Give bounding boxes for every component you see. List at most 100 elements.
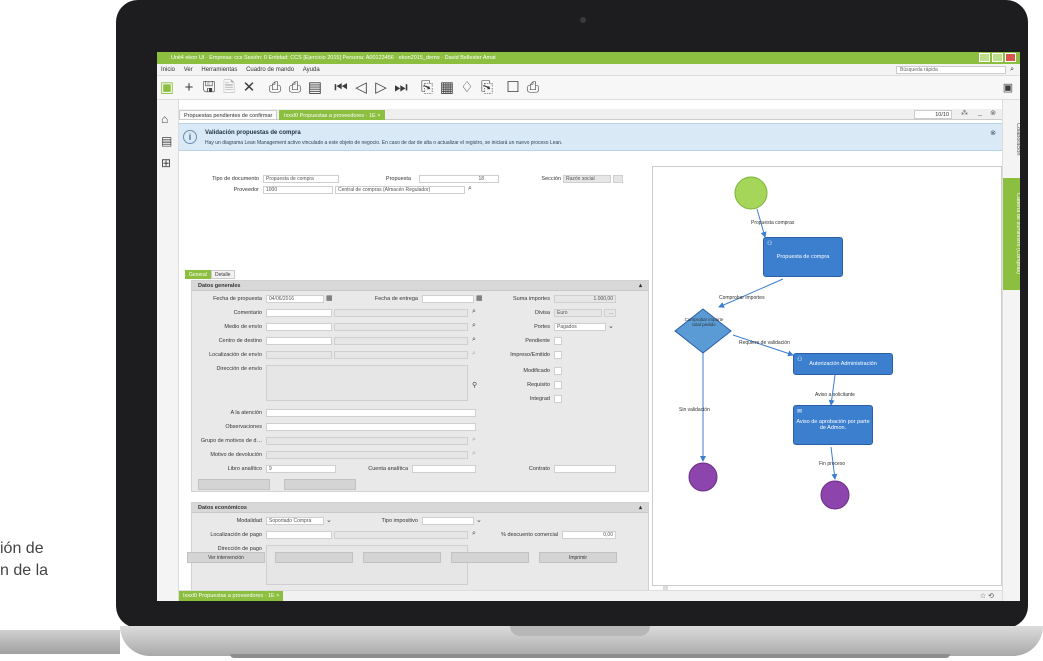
collapse-icon[interactable]: ▴ (639, 281, 642, 291)
calendar-icon[interactable]: ▦ (476, 294, 483, 302)
documents-icon[interactable]: ▤ (161, 134, 172, 148)
record-pager[interactable]: 10/10 (914, 110, 952, 119)
save-copy-icon[interactable]: 🗎 (221, 79, 237, 97)
panel-toggle-icon[interactable]: ▣ (159, 79, 175, 97)
subtab-general[interactable]: General (185, 270, 211, 279)
next-record-icon[interactable]: ▷ (373, 79, 389, 97)
localizacion-pago-search-icon[interactable]: ⌕ (472, 530, 476, 538)
proveedor-search-icon[interactable]: ⌕ (468, 185, 472, 193)
quick-search-input[interactable]: Búsqueda rápida (896, 66, 1006, 74)
maximize-button[interactable] (992, 53, 1003, 62)
propuesta-field[interactable]: 18 (419, 175, 499, 183)
pendiente-checkbox[interactable] (554, 337, 562, 345)
tab-cadena-suministro[interactable]: Cadena de suministro (Compras) (1003, 178, 1020, 290)
proveedor-name-field[interactable]: Central de compras (Almacén Regulador) (335, 186, 465, 194)
comentario-search-icon[interactable]: ⌕ (472, 308, 476, 316)
subtab-detalle[interactable]: Detalle (211, 270, 235, 279)
status-tab[interactable]: Ixxxl0 Propuestas a proveedores · 1E × (179, 591, 284, 601)
bottom-button-3[interactable] (363, 552, 441, 563)
first-record-icon[interactable]: ⏮ (333, 79, 349, 97)
minimize-button[interactable] (979, 53, 990, 62)
form-icon[interactable]: ☐ (505, 79, 521, 97)
grupo-motivos-field[interactable] (266, 437, 468, 445)
cuenta-analitica-field[interactable] (412, 465, 476, 473)
calendar-icon[interactable]: ▦ (326, 294, 333, 302)
print-report-icon[interactable]: ⎙ (525, 79, 541, 97)
integrad-checkbox[interactable] (554, 395, 562, 403)
divisa-field[interactable]: Euro (554, 309, 602, 317)
close-button[interactable] (1005, 53, 1016, 62)
node-propuesta-compra[interactable]: ⚇ Propuesta de compra (763, 237, 843, 277)
atencion-field[interactable] (266, 409, 476, 417)
tab-propuestas-pendientes[interactable]: Propuestas pendientes de confirmar (179, 110, 278, 120)
imprimir-button[interactable]: Imprimir (539, 552, 617, 563)
print-icon[interactable]: ⎙ (267, 79, 283, 97)
datos-economicos-header[interactable]: Datos económicos ▴ (192, 503, 648, 513)
divisa-more-button[interactable]: … (604, 309, 616, 317)
centro-destino-search-icon[interactable]: ⌕ (472, 336, 476, 344)
menu-ayuda[interactable]: Ayuda (303, 67, 320, 73)
settings-icon[interactable]: ⁂ (961, 109, 968, 117)
menu-cuadro-mando[interactable]: Cuadro de mando (246, 67, 294, 73)
bottom-button-2[interactable] (275, 552, 353, 563)
descuento-field[interactable]: 0,00 (562, 531, 616, 539)
print-preview-icon[interactable]: ⎙ (287, 79, 303, 97)
seccion-dropdown-button[interactable] (613, 175, 623, 183)
last-record-icon[interactable]: ⏭ (393, 79, 409, 97)
centro-destino-code-field[interactable] (266, 337, 332, 345)
node-autorizacion-administracion[interactable]: ⚇ Autorización Administración (793, 353, 893, 375)
impreso-checkbox[interactable] (554, 351, 562, 359)
hierarchy-icon[interactable]: ⊞ (161, 156, 171, 170)
bottom-button-4[interactable] (451, 552, 529, 563)
node-aviso-aprobacion[interactable]: ✉ Aviso de aprobación por parte de Admon… (793, 405, 873, 445)
collapse-icon[interactable]: ▴ (639, 503, 642, 513)
menu-inicio[interactable]: Inicio (161, 67, 175, 73)
decision-diamond[interactable] (674, 308, 732, 354)
minimize-panel-icon[interactable]: _ (978, 109, 982, 116)
modalidad-field[interactable]: Soportado Compra (266, 517, 324, 525)
datos-generales-header[interactable]: Datos generales ▴ (192, 281, 648, 291)
home-icon[interactable]: ⌂ (161, 112, 168, 126)
disabled-button-1[interactable] (198, 479, 270, 490)
localizacion-envio-search-icon[interactable]: ⌕ (472, 350, 476, 358)
fecha-propuesta-field[interactable]: 04/06/2016 (266, 295, 324, 303)
portes-field[interactable]: Pagados (554, 323, 606, 331)
direccion-pago-field[interactable] (266, 545, 468, 585)
contrato-field[interactable] (554, 465, 616, 473)
tab-propuestas-proveedores[interactable]: Ixxxl0 Propuestas a proveedores · 1E × (279, 110, 386, 120)
grupo-motivos-search-icon[interactable]: ⌕ (472, 436, 476, 444)
add-icon[interactable]: + (181, 79, 197, 97)
favorite-icon[interactable]: ☆ ⟲ (980, 592, 994, 600)
sidebar-panel-icon[interactable]: ▣ (1000, 79, 1016, 97)
end-event-circle-left[interactable] (688, 462, 718, 492)
attach-icon[interactable]: ⎘ (479, 79, 495, 97)
libro-analitico-field[interactable]: 9 (266, 465, 336, 473)
medio-envio-code-field[interactable] (266, 323, 332, 331)
banner-close-icon[interactable]: ⊗ (990, 129, 996, 137)
portes-dropdown-icon[interactable]: ⌄ (608, 322, 614, 330)
location-pin-icon[interactable]: ⚲ (472, 381, 477, 389)
document-icon[interactable]: ▦ (439, 79, 455, 97)
motivo-devolucion-search-icon[interactable]: ⌕ (472, 450, 476, 458)
localizacion-pago-code-field[interactable] (266, 531, 332, 539)
menu-ver[interactable]: Ver (184, 67, 193, 73)
export-icon[interactable]: ⎘ (419, 79, 435, 97)
prev-record-icon[interactable]: ◁ (353, 79, 369, 97)
modificado-checkbox[interactable] (554, 367, 562, 375)
requisito-checkbox[interactable] (554, 381, 562, 389)
start-event-circle[interactable] (734, 176, 768, 210)
close-panel-icon[interactable]: ⊗ (990, 109, 996, 117)
filter-icon[interactable]: ♢ (459, 79, 475, 97)
tipo-impositivo-field[interactable] (422, 517, 474, 525)
fecha-entrega-field[interactable] (422, 295, 474, 303)
delete-icon[interactable]: ✕ (241, 79, 257, 97)
ver-intervencion-button[interactable]: Ver intervención (187, 552, 265, 563)
menu-herramientas[interactable]: Herramientas (201, 67, 237, 73)
tipo-documento-field[interactable]: Propuesta de compra (263, 175, 339, 183)
end-event-circle-right[interactable] (820, 480, 850, 510)
medio-envio-search-icon[interactable]: ⌕ (472, 322, 476, 330)
calculator-icon[interactable]: ▤ (307, 79, 323, 97)
comentario-code-field[interactable] (266, 309, 332, 317)
proveedor-code-field[interactable]: 1000 (263, 186, 333, 194)
save-icon[interactable]: 🖫 (201, 79, 217, 97)
